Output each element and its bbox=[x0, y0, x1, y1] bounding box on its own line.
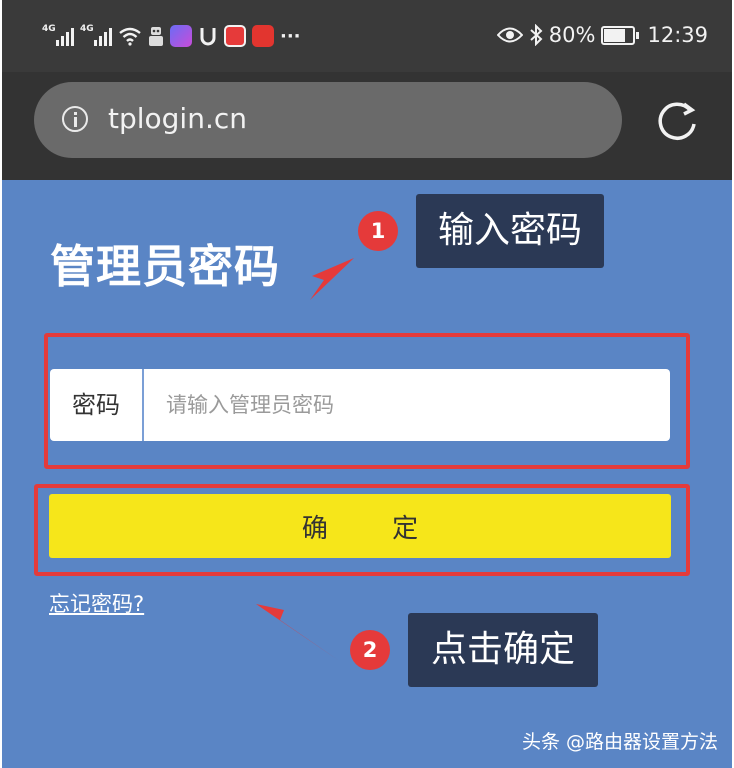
red-heart-app-icon bbox=[252, 25, 274, 47]
eye-icon bbox=[496, 27, 523, 43]
u-app-icon bbox=[200, 28, 216, 46]
status-left-icons: 4G 4G ··· bbox=[42, 22, 301, 50]
video-app-icon bbox=[170, 25, 192, 47]
url-text[interactable]: tplogin.cn bbox=[108, 102, 247, 135]
battery-icon bbox=[601, 25, 640, 45]
more-notifications-icon: ··· bbox=[280, 25, 301, 47]
phone-screen: 4G 4G ··· 80% 12:39 tplogin.cn 管理员密码 密码 … bbox=[2, 0, 732, 768]
step2-arrow bbox=[256, 604, 338, 660]
red-square-app-icon bbox=[224, 25, 246, 47]
robot-app-icon bbox=[149, 27, 163, 46]
info-icon[interactable] bbox=[62, 106, 88, 132]
wifi-icon bbox=[119, 27, 141, 46]
login-page: 管理员密码 密码 确 定 忘记密码? 1 输入密码 2 点击确定 头条 @路由器… bbox=[2, 180, 732, 768]
status-bar: 4G 4G ··· 80% 12:39 bbox=[2, 0, 732, 72]
bluetooth-icon bbox=[530, 24, 543, 46]
watermark: 头条 @路由器设置方法 bbox=[521, 731, 718, 753]
clock: 12:39 bbox=[647, 23, 708, 47]
browser-toolbar: tplogin.cn bbox=[2, 72, 732, 180]
signal-icon: 4G bbox=[42, 24, 74, 46]
address-bar[interactable]: tplogin.cn bbox=[34, 82, 622, 158]
signal-icon: 4G bbox=[80, 24, 112, 46]
status-right-icons: 80% 12:39 bbox=[496, 20, 708, 50]
annotation-arrows bbox=[256, 258, 354, 660]
refresh-icon[interactable] bbox=[654, 98, 700, 144]
battery-percent: 80% bbox=[548, 23, 596, 47]
step1-arrow bbox=[310, 258, 354, 300]
